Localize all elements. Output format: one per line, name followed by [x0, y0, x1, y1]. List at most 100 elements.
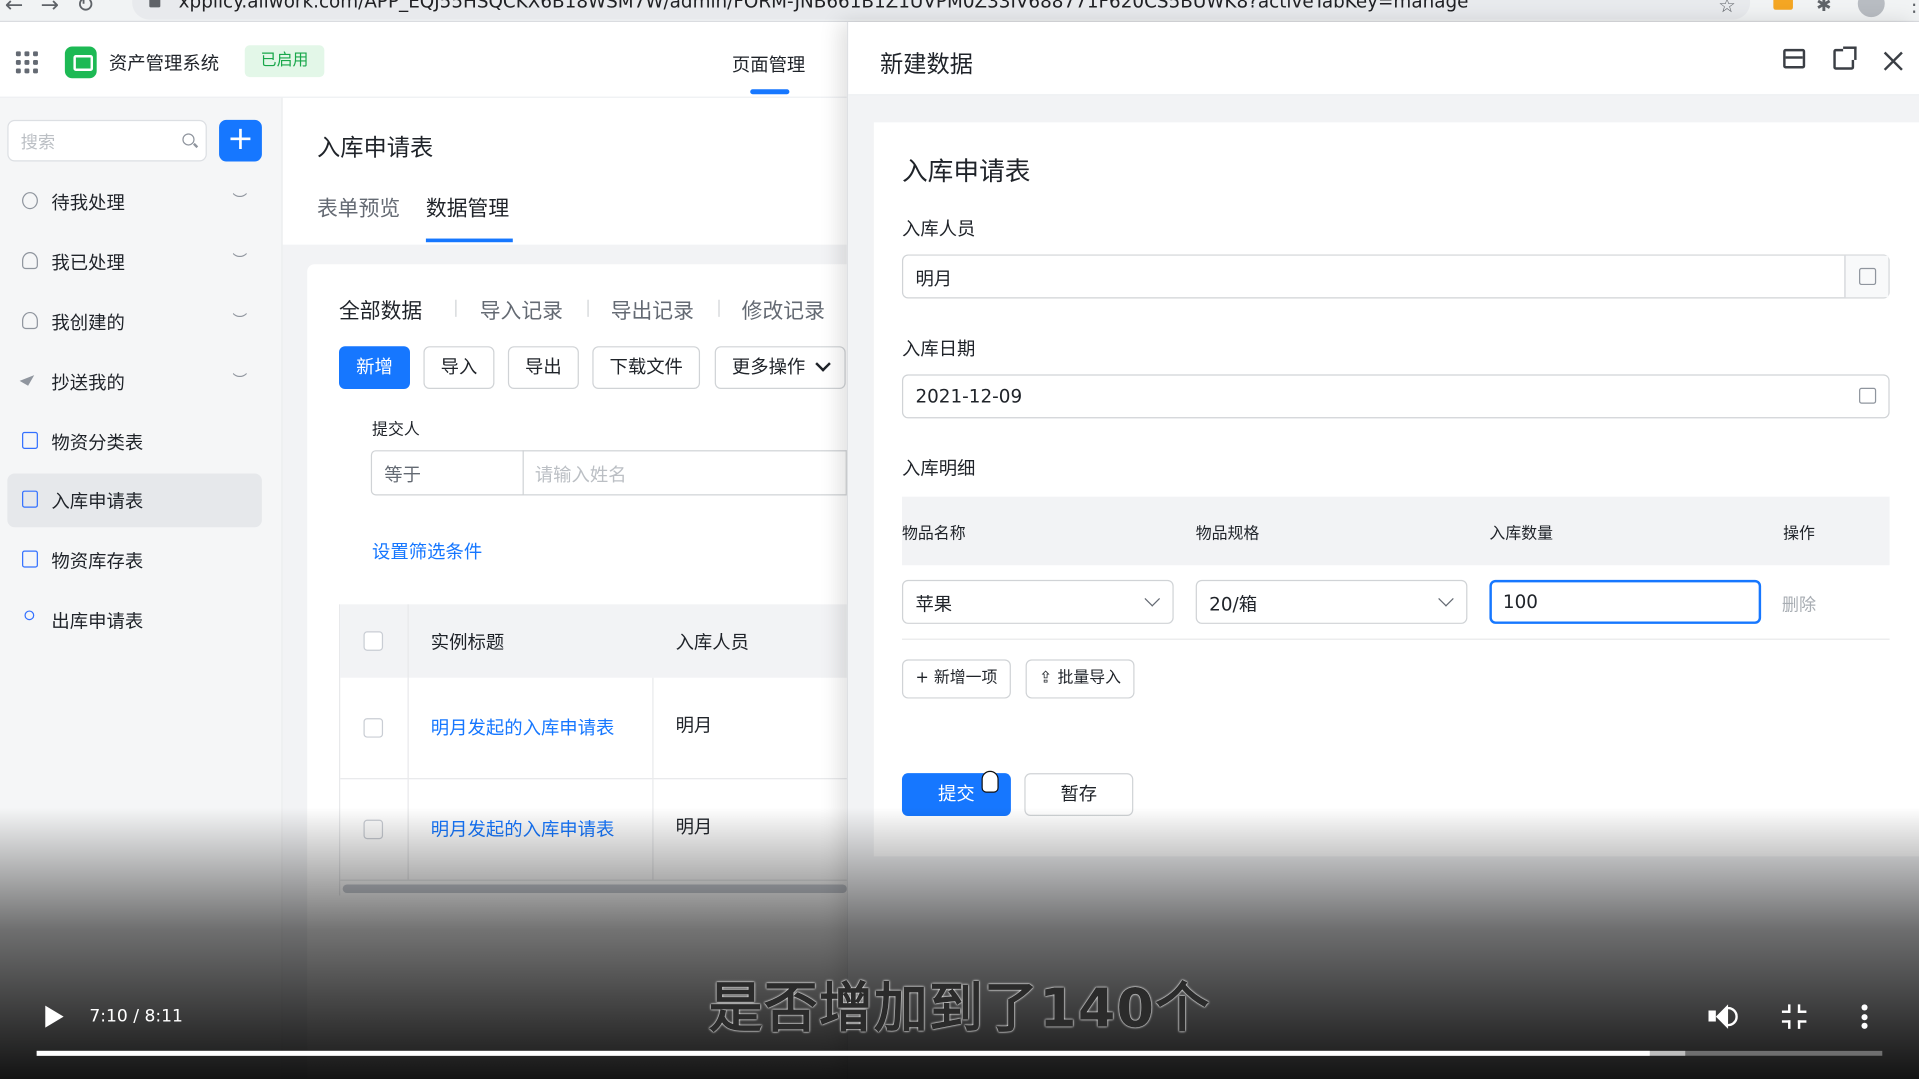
- drawer-body: 入库申请表 入库人员 明月 入库日期 2021-12-09 入库明细 物品名称 …: [848, 95, 1919, 1079]
- document-icon: [22, 490, 38, 508]
- sidebar-item-label: 物资库存表: [51, 550, 144, 573]
- subtable-header-action: 操作: [1783, 524, 1815, 544]
- eye-closed-icon[interactable]: ︶: [233, 190, 248, 211]
- layout-icon[interactable]: [1783, 48, 1806, 69]
- bookmark-star-icon[interactable]: ☆: [1718, 0, 1736, 17]
- play-icon[interactable]: [45, 1005, 64, 1028]
- document-icon: [22, 550, 38, 568]
- set-filter-link[interactable]: 设置筛选条件: [372, 538, 482, 564]
- new-data-drawer: 新建数据 入库申请表 入库人员 明月 入库日期 2021-12-09 入库明细 …: [846, 22, 1919, 1079]
- date-value: 2021-12-09: [915, 385, 1023, 408]
- user-icon: [22, 311, 38, 330]
- row-title-link[interactable]: 明月发起的入库申请表: [431, 714, 615, 740]
- date-label: 入库日期: [901, 337, 976, 360]
- search-placeholder: 搜索: [20, 133, 56, 153]
- item-spec-select[interactable]: 20/箱: [1195, 579, 1468, 624]
- detail-label: 入库明细: [901, 457, 976, 480]
- app-status-badge: 已启用: [244, 45, 325, 78]
- column-header-person: 入库人员: [675, 631, 750, 654]
- exit-fullscreen-icon[interactable]: [1781, 1004, 1807, 1029]
- divider: [718, 299, 720, 317]
- subtab-import-records[interactable]: 导入记录: [480, 294, 563, 324]
- subtab-edit-records[interactable]: 修改记录: [742, 294, 825, 324]
- batch-import-button[interactable]: ⇪ 批量导入: [1025, 659, 1135, 699]
- select-all-checkbox[interactable]: [363, 631, 384, 651]
- download-file-button[interactable]: 下载文件: [592, 346, 701, 390]
- video-progress-bar[interactable]: [36, 1050, 1883, 1056]
- subtable-header-spec: 物品规格: [1195, 524, 1260, 544]
- export-button[interactable]: 导出: [507, 346, 579, 390]
- url-text[interactable]: xpplicy.aliwork.com/APP_EQJ55HSQCKX6B18W…: [179, 0, 1469, 12]
- eye-closed-icon[interactable]: ︶: [233, 250, 248, 271]
- open-new-window-icon[interactable]: [1833, 46, 1857, 70]
- column-header-title: 实例标题: [430, 631, 505, 654]
- sidebar-item-label: 我已处理: [51, 252, 125, 275]
- subtab-export-records[interactable]: 导出记录: [611, 294, 694, 324]
- subtable-header-name: 物品名称: [901, 524, 966, 544]
- member-select-icon[interactable]: [1844, 255, 1889, 298]
- delete-row-button[interactable]: 删除: [1782, 592, 1816, 616]
- sidebar-item-inventory[interactable]: 物资库存表: [7, 533, 262, 587]
- close-icon[interactable]: [1880, 49, 1907, 76]
- form-title: 入库申请表: [901, 156, 1031, 186]
- add-form-button[interactable]: +: [219, 119, 262, 162]
- sidebar-item-label: 入库申请表: [51, 490, 144, 513]
- sidebar-item-created[interactable]: 我创建的 ︶: [7, 295, 262, 349]
- drawer-header: 新建数据: [848, 22, 1919, 96]
- user-check-icon: [22, 252, 38, 270]
- extension-icon[interactable]: [1773, 0, 1793, 10]
- filter-condition-select[interactable]: 等于: [370, 450, 524, 496]
- sidebar-item-cc[interactable]: 抄送我的 ︶: [7, 355, 262, 409]
- subtable-header-qty: 入库数量: [1489, 524, 1554, 544]
- sidebar-item-label: 物资分类表: [51, 431, 144, 454]
- browser-menu-icon[interactable]: ⋮: [1904, 0, 1919, 16]
- horizontal-scrollbar[interactable]: [342, 884, 847, 894]
- sidebar-item-inbound[interactable]: 入库申请表: [7, 473, 262, 528]
- calendar-icon[interactable]: [1859, 387, 1877, 404]
- app-header: 资产管理系统 已启用 页面管理: [0, 22, 847, 98]
- subtable-header: 物品名称 物品规格 入库数量 操作: [901, 496, 1890, 566]
- save-draft-button[interactable]: 暂存: [1024, 773, 1134, 816]
- sidebar-item-outbound[interactable]: 出库申请表: [7, 593, 262, 647]
- date-field[interactable]: 2021-12-09: [901, 374, 1890, 419]
- table-header: 实例标题 入库人员: [340, 604, 849, 678]
- add-item-button[interactable]: + 新增一项: [901, 659, 1011, 699]
- chevron-down-icon: [1438, 591, 1454, 607]
- batch-import-label: 批量导入: [1057, 669, 1122, 688]
- row-checkbox[interactable]: [363, 718, 384, 738]
- import-button[interactable]: 导入: [423, 346, 495, 390]
- sidebar-item-category[interactable]: 物资分类表: [7, 415, 262, 469]
- clock-icon: [22, 192, 38, 210]
- browser-nav-icons[interactable]: ←→↻: [5, 0, 112, 18]
- item-name-select[interactable]: 苹果: [901, 579, 1174, 624]
- column-divider: [407, 677, 409, 779]
- new-button[interactable]: 新增: [339, 346, 411, 390]
- divider: [587, 299, 589, 317]
- form-card: 入库申请表 入库人员 明月 入库日期 2021-12-09 入库明细 物品名称 …: [873, 122, 1919, 857]
- app-grid-icon[interactable]: [15, 51, 38, 74]
- subtab-all-data[interactable]: 全部数据: [339, 294, 422, 324]
- tab-page-management[interactable]: 页面管理: [732, 51, 805, 77]
- more-actions-button[interactable]: 更多操作: [714, 346, 846, 390]
- sidebar-search-input[interactable]: 搜索: [7, 119, 207, 162]
- tab-data-management[interactable]: 数据管理: [426, 191, 509, 221]
- sidebar-item-label: 出库申请表: [51, 610, 144, 633]
- profile-avatar[interactable]: [1857, 0, 1885, 18]
- person-field[interactable]: 明月: [901, 254, 1890, 299]
- filter-name-input[interactable]: 请输入姓名: [522, 450, 847, 496]
- puzzle-icon[interactable]: ✱: [1816, 0, 1831, 16]
- sidebar: 搜索 + 待我处理 ︶ 我已处理 ︶ 我创建的 ︶ 抄送我的 ︶ 物资分类表 入…: [0, 97, 283, 1079]
- sidebar-item-done[interactable]: 我已处理 ︶: [7, 235, 262, 289]
- tab-form-preview[interactable]: 表单预览: [317, 191, 400, 221]
- video-time: 7:10 / 8:11: [89, 1006, 183, 1027]
- active-tab-indicator: [425, 238, 513, 243]
- drawer-title: 新建数据: [879, 51, 973, 79]
- row-title-link[interactable]: 明月发起的入库申请表: [431, 816, 615, 842]
- item-quantity-input[interactable]: 100: [1489, 579, 1762, 624]
- sidebar-item-todo[interactable]: 待我处理 ︶: [7, 175, 262, 229]
- eye-closed-icon[interactable]: ︶: [233, 369, 248, 390]
- eye-closed-icon[interactable]: ︶: [233, 310, 248, 331]
- row-checkbox[interactable]: [363, 819, 384, 840]
- more-options-icon[interactable]: [1861, 1004, 1868, 1029]
- sidebar-item-label: 抄送我的: [51, 371, 125, 394]
